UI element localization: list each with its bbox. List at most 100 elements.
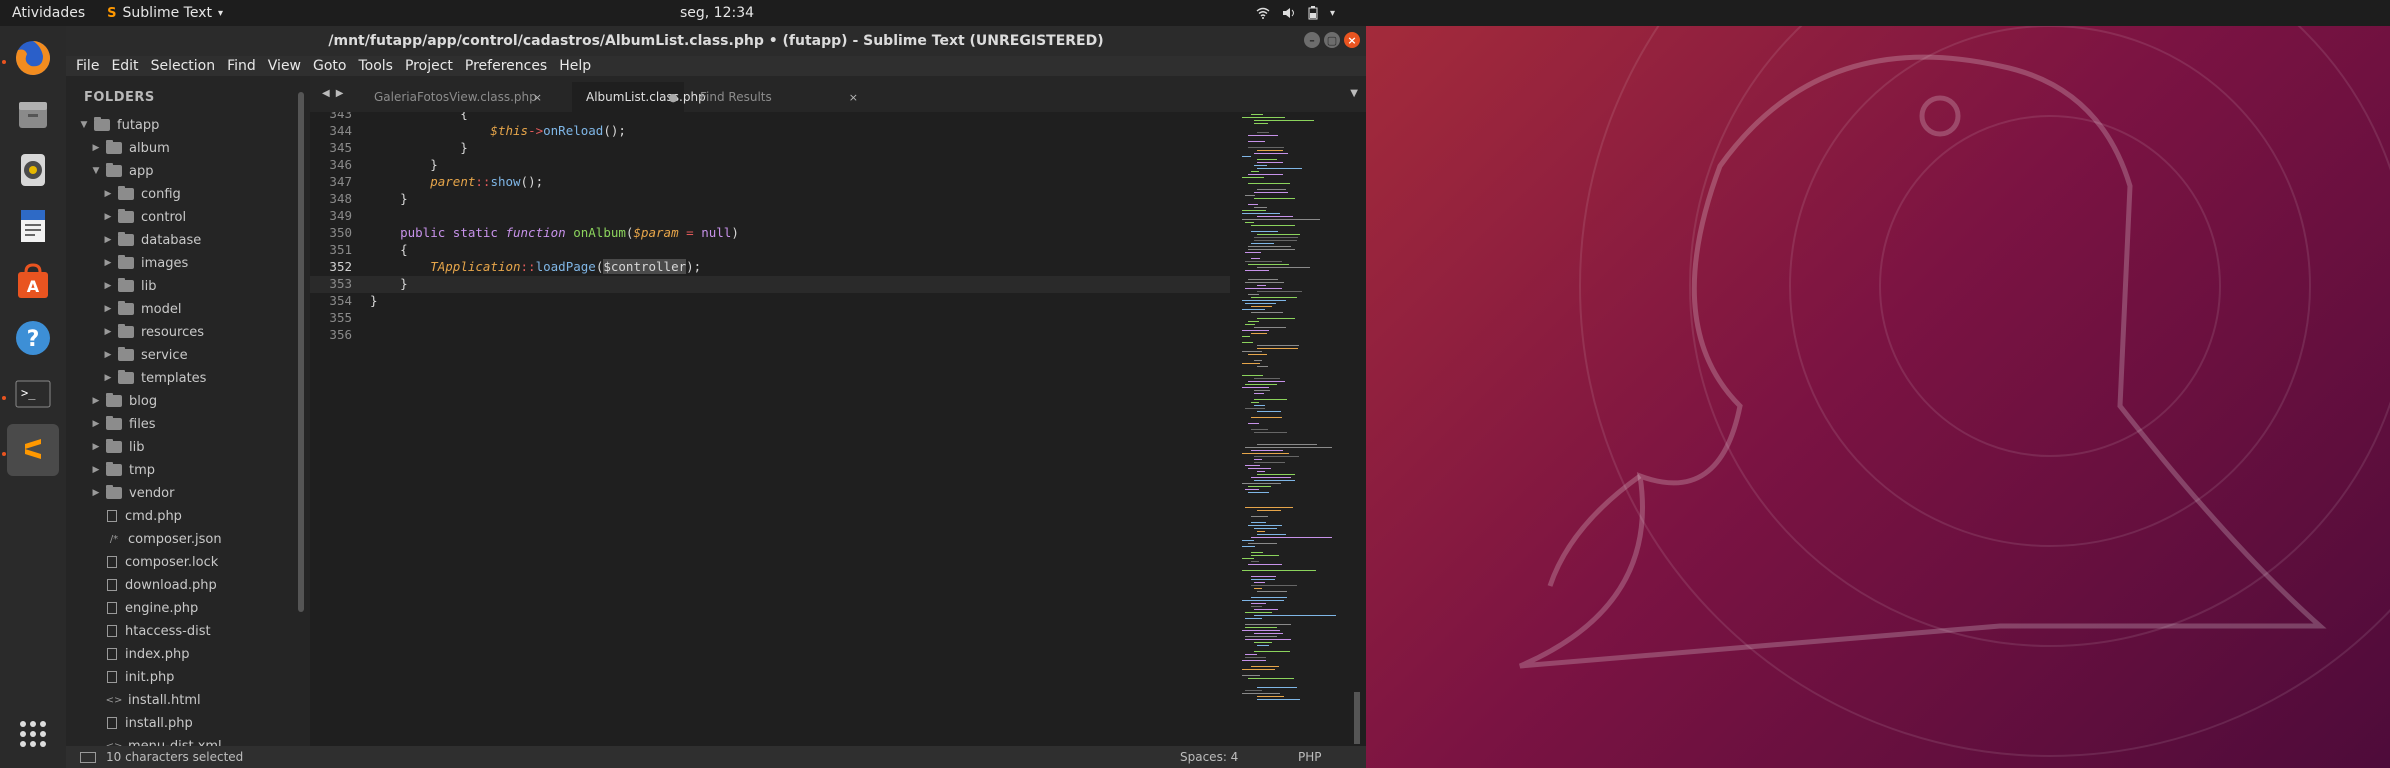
sidebar-folder[interactable]: ▶ vendor [90, 482, 174, 504]
minimap-line [1242, 660, 1266, 661]
firefox-icon[interactable] [7, 32, 59, 84]
tab-close-icon[interactable]: × [849, 91, 858, 104]
panel-toggle-icon[interactable] [80, 751, 96, 763]
chevron-right-icon[interactable]: ▶ [102, 212, 114, 222]
menu-help[interactable]: Help [553, 58, 597, 74]
minimap-line [1254, 609, 1278, 610]
chevron-right-icon[interactable]: ▶ [102, 373, 114, 383]
tab-albumlist[interactable]: AlbumList.class.php ● [572, 82, 706, 112]
tab-prev-icon[interactable]: ◀ [322, 88, 330, 99]
close-button[interactable]: × [1344, 32, 1360, 48]
show-applications-icon[interactable] [7, 708, 59, 760]
sidebar-file[interactable]: htaccess-dist [90, 620, 211, 642]
maximize-button[interactable]: ▢ [1324, 32, 1340, 48]
chevron-right-icon[interactable]: ▶ [102, 327, 114, 337]
sidebar-folder[interactable]: ▶ tmp [90, 459, 155, 481]
sidebar-file[interactable]: init.php [90, 666, 174, 688]
menu-file[interactable]: File [70, 58, 105, 74]
chevron-right-icon[interactable]: ▶ [102, 350, 114, 360]
menu-tools[interactable]: Tools [352, 58, 399, 74]
minimap-line [1251, 666, 1279, 667]
sidebar-file[interactable]: cmd.php [90, 505, 182, 527]
system-tray[interactable]: ▾ [1256, 0, 1335, 26]
code-editor[interactable]: 343 344 345 346 347 348 349 350 351 352 … [310, 112, 1366, 746]
sidebar-folder[interactable]: ▶ control [102, 206, 186, 228]
sidebar-folder[interactable]: ▶ album [90, 137, 170, 159]
sidebar-scrollbar[interactable] [298, 92, 304, 612]
chevron-right-icon[interactable]: ▶ [102, 281, 114, 291]
tab-close-icon[interactable]: × [533, 91, 542, 104]
chevron-right-icon[interactable]: ▶ [102, 189, 114, 199]
sidebar-folder[interactable]: ▶ lib [90, 436, 144, 458]
minimap-line [1257, 267, 1310, 268]
sidebar-folder[interactable]: ▶ templates [102, 367, 206, 389]
clock[interactable]: seg, 12:34 [0, 5, 1434, 21]
sidebar-folder[interactable]: ▶ config [102, 183, 181, 205]
menu-goto[interactable]: Goto [307, 58, 352, 74]
minimize-button[interactable]: – [1304, 32, 1320, 48]
sidebar-file[interactable]: composer.lock [90, 551, 218, 573]
indentation-setting[interactable]: Spaces: 4 [1180, 750, 1238, 764]
minimap-line [1248, 321, 1259, 322]
sidebar-folder[interactable]: ▼ futapp [78, 114, 159, 136]
sidebar-folder[interactable]: ▶ files [90, 413, 156, 435]
help-icon[interactable]: ? [7, 312, 59, 364]
sidebar-folder[interactable]: ▼ app [90, 160, 153, 182]
chevron-right-icon[interactable]: ▶ [90, 442, 102, 452]
minimap-line [1251, 522, 1266, 523]
sidebar-folder[interactable]: ▶ images [102, 252, 188, 274]
sidebar-file[interactable]: engine.php [90, 597, 198, 619]
system-menu-icon[interactable]: ▾ [1330, 8, 1335, 19]
chevron-right-icon[interactable]: ▶ [90, 465, 102, 475]
battery-icon[interactable] [1308, 6, 1318, 20]
minimap-scroll-thumb[interactable] [1354, 692, 1360, 744]
chevron-down-icon[interactable]: ▼ [78, 120, 90, 130]
tab-overflow-icon[interactable]: ▼ [1350, 88, 1358, 99]
rhythmbox-icon[interactable] [7, 144, 59, 196]
sidebar-folder[interactable]: ▶ model [102, 298, 181, 320]
chevron-right-icon[interactable]: ▶ [102, 258, 114, 268]
folder-icon [94, 117, 110, 131]
unsaved-dot-icon[interactable]: ● [668, 91, 678, 104]
writer-icon[interactable] [7, 200, 59, 252]
syntax-setting[interactable]: PHP [1298, 750, 1322, 764]
minimap-line [1248, 492, 1269, 493]
minimap-line [1254, 198, 1295, 199]
tab-find-results[interactable]: Find Results × [686, 82, 868, 112]
minimap[interactable] [1240, 112, 1356, 746]
sidebar-file[interactable]: /* composer.json [90, 528, 222, 550]
menu-selection[interactable]: Selection [145, 58, 222, 74]
chevron-right-icon[interactable]: ▶ [102, 235, 114, 245]
terminal-icon[interactable]: >_ [7, 368, 59, 420]
software-icon[interactable]: A [7, 256, 59, 308]
menu-preferences[interactable]: Preferences [459, 58, 553, 74]
sidebar-folder[interactable]: ▶ service [102, 344, 188, 366]
tree-item-label: tmp [129, 462, 156, 478]
sidebar-folder[interactable]: ▶ resources [102, 321, 204, 343]
files-icon[interactable] [7, 88, 59, 140]
sidebar-file[interactable]: install.php [90, 712, 193, 734]
sublime-icon[interactable] [7, 424, 59, 476]
chevron-right-icon[interactable]: ▶ [90, 419, 102, 429]
sidebar-file[interactable]: <> menu-dist.xml [90, 735, 222, 747]
chevron-right-icon[interactable]: ▶ [90, 488, 102, 498]
sidebar-folder[interactable]: ▶ blog [90, 390, 157, 412]
tab-next-icon[interactable]: ▶ [336, 88, 344, 99]
chevron-right-icon[interactable]: ▶ [90, 143, 102, 153]
menu-edit[interactable]: Edit [105, 58, 144, 74]
sidebar-file[interactable]: index.php [90, 643, 189, 665]
sidebar-file[interactable]: download.php [90, 574, 217, 596]
sidebar-folder[interactable]: ▶ lib [102, 275, 156, 297]
tab-galeriafotosview[interactable]: GaleriaFotosView.class.php × [360, 82, 552, 112]
wifi-icon[interactable] [1256, 7, 1270, 19]
sidebar-file[interactable]: <> install.html [90, 689, 201, 711]
chevron-right-icon[interactable]: ▶ [102, 304, 114, 314]
sidebar-folder[interactable]: ▶ database [102, 229, 201, 251]
menu-view[interactable]: View [262, 58, 307, 74]
menu-project[interactable]: Project [399, 58, 459, 74]
menu-find[interactable]: Find [221, 58, 262, 74]
chevron-right-icon[interactable]: ▶ [90, 396, 102, 406]
window-titlebar[interactable]: /mnt/futapp/app/control/cadastros/AlbumL… [66, 26, 1366, 56]
chevron-down-icon[interactable]: ▼ [90, 166, 102, 176]
volume-icon[interactable] [1282, 7, 1296, 19]
